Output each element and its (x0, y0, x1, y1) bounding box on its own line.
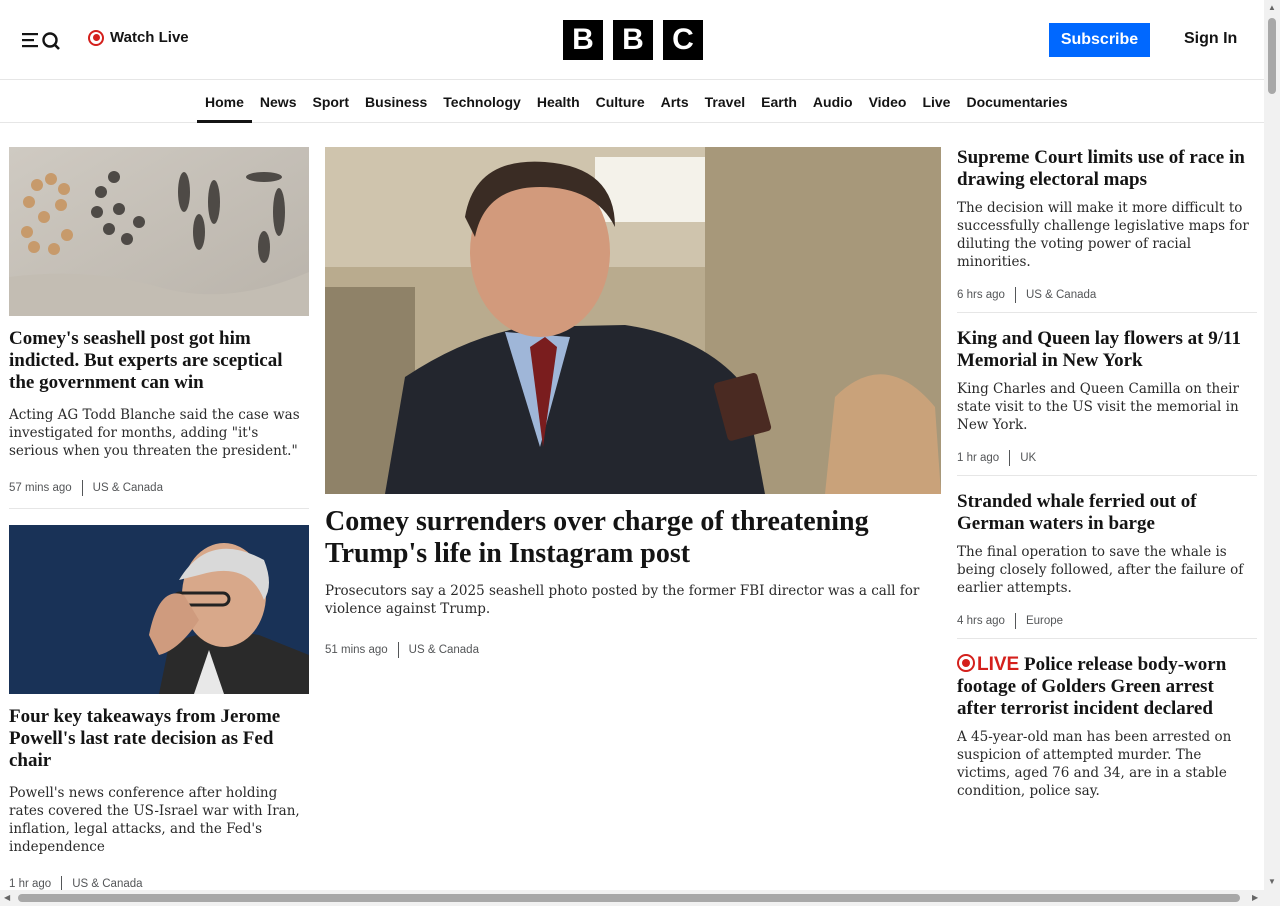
nav-item-live[interactable]: Live (914, 81, 958, 123)
main-story-headline[interactable]: Comey surrenders over charge of threaten… (325, 506, 941, 570)
right-story3-headline[interactable]: Stranded whale ferried out of German wat… (957, 491, 1257, 535)
main-story-time: 51 mins ago (325, 644, 388, 656)
nav-item-sport[interactable]: Sport (304, 81, 357, 123)
right-story3-meta: 4 hrs ago Europe (957, 613, 1063, 629)
nav-item-arts[interactable]: Arts (653, 81, 697, 123)
right-story1-summary: The decision will make it more difficult… (957, 200, 1249, 270)
left-story2-time: 1 hr ago (9, 878, 52, 890)
meta-separator (1009, 450, 1011, 466)
left-story2-summary: Powell's news conference after holding r… (9, 785, 300, 855)
live-record-icon (88, 29, 104, 46)
nav-item-culture[interactable]: Culture (588, 81, 653, 123)
right-story1-section[interactable]: US & Canada (1026, 289, 1096, 301)
meta-separator (1014, 287, 1016, 303)
nav-item-news[interactable]: News (252, 81, 305, 123)
meta-separator (397, 642, 399, 658)
live-tag: LIVE (977, 654, 1020, 675)
right-divider-1 (957, 312, 1257, 313)
right-story2-summary: King Charles and Queen Camilla on their … (957, 381, 1239, 433)
nav-item-video[interactable]: Video (861, 81, 915, 123)
nav-item-audio[interactable]: Audio (805, 81, 861, 123)
right-story2-headline[interactable]: King and Queen lay flowers at 9/11 Memor… (957, 328, 1257, 372)
logo-letter-3: C (663, 20, 703, 60)
logo-letter-2: B (613, 20, 653, 60)
right-story2-section[interactable]: UK (1020, 452, 1036, 464)
right-story4-headline-block[interactable]: LIVE Police release body-worn footage of… (957, 654, 1257, 720)
nav-list: Home News Sport Business Technology Health Cul… (197, 81, 1076, 123)
scroll-left-icon[interactable]: ◀ (4, 893, 10, 902)
right-story3-summary: The final operation to save the whale is… (957, 544, 1244, 596)
horizontal-scroll-thumb[interactable] (18, 894, 1240, 902)
jerome-powell-image[interactable] (9, 525, 309, 694)
main-navigation: Home News Sport Business Technology Health Cul… (0, 81, 1264, 123)
left-story1-headline[interactable]: Comey's seashell post got him indicted. … (9, 328, 309, 394)
left-story1-section[interactable]: US & Canada (93, 482, 163, 494)
live-icon (957, 654, 975, 672)
main-story-meta: 51 mins ago US & Canada (325, 642, 479, 658)
left-story1-meta: 57 mins ago US & Canada (9, 480, 163, 496)
sign-in-link[interactable]: Sign In (1184, 30, 1237, 48)
nav-item-business[interactable]: Business (357, 81, 435, 123)
vertical-scroll-thumb[interactable] (1268, 18, 1276, 94)
subscribe-button[interactable]: Subscribe (1049, 23, 1150, 57)
site-header: Watch Live B B C Subscribe Sign In (0, 0, 1264, 80)
right-story1-headline[interactable]: Supreme Court limits use of race in draw… (957, 147, 1257, 191)
main-story-summary: Prosecutors say a 2025 seashell photo po… (325, 583, 920, 617)
menu-search-button[interactable] (22, 28, 62, 52)
nav-item-documentaries[interactable]: Documentaries (958, 81, 1075, 123)
right-divider-2 (957, 475, 1257, 476)
horizontal-scrollbar[interactable]: ◀ ▶ (0, 890, 1264, 906)
james-comey-image[interactable] (325, 147, 941, 494)
right-story1-meta: 6 hrs ago US & Canada (957, 287, 1096, 303)
right-story4-summary: A 45-year-old man has been arrested on s… (957, 729, 1232, 799)
left-story1-time: 57 mins ago (9, 482, 72, 494)
left-divider (9, 508, 309, 509)
logo-letter-1: B (563, 20, 603, 60)
seashell-8647-image[interactable] (9, 147, 309, 316)
right-divider-3 (957, 638, 1257, 639)
vertical-scrollbar[interactable]: ▲ ▼ (1264, 0, 1280, 906)
left-story1-summary: Acting AG Todd Blanche said the case was… (9, 407, 300, 459)
main-story-section[interactable]: US & Canada (409, 644, 479, 656)
nav-item-health[interactable]: Health (529, 81, 588, 123)
scroll-right-icon[interactable]: ▶ (1252, 893, 1258, 902)
watch-live-label: Watch Live (110, 29, 189, 46)
right-story1-time: 6 hrs ago (957, 289, 1005, 301)
left-story2-headline[interactable]: Four key takeaways from Jerome Powell's … (9, 706, 309, 772)
bbc-logo[interactable]: B B C (563, 20, 703, 60)
right-story3-time: 4 hrs ago (957, 615, 1005, 627)
meta-separator (81, 480, 83, 496)
nav-item-earth[interactable]: Earth (753, 81, 805, 123)
nav-item-technology[interactable]: Technology (435, 81, 529, 123)
nav-item-travel[interactable]: Travel (697, 81, 753, 123)
watch-live-link[interactable]: Watch Live (88, 29, 189, 46)
right-story2-time: 1 hr ago (957, 452, 1000, 464)
left-story2-section[interactable]: US & Canada (72, 878, 142, 890)
menu-icon (22, 32, 60, 50)
right-story2-meta: 1 hr ago UK (957, 450, 1036, 466)
meta-separator (1014, 613, 1016, 629)
right-story3-section[interactable]: Europe (1026, 615, 1063, 627)
scroll-down-icon[interactable]: ▼ (1268, 877, 1276, 886)
nav-item-home[interactable]: Home (197, 81, 252, 123)
scroll-up-icon[interactable]: ▲ (1268, 3, 1276, 12)
